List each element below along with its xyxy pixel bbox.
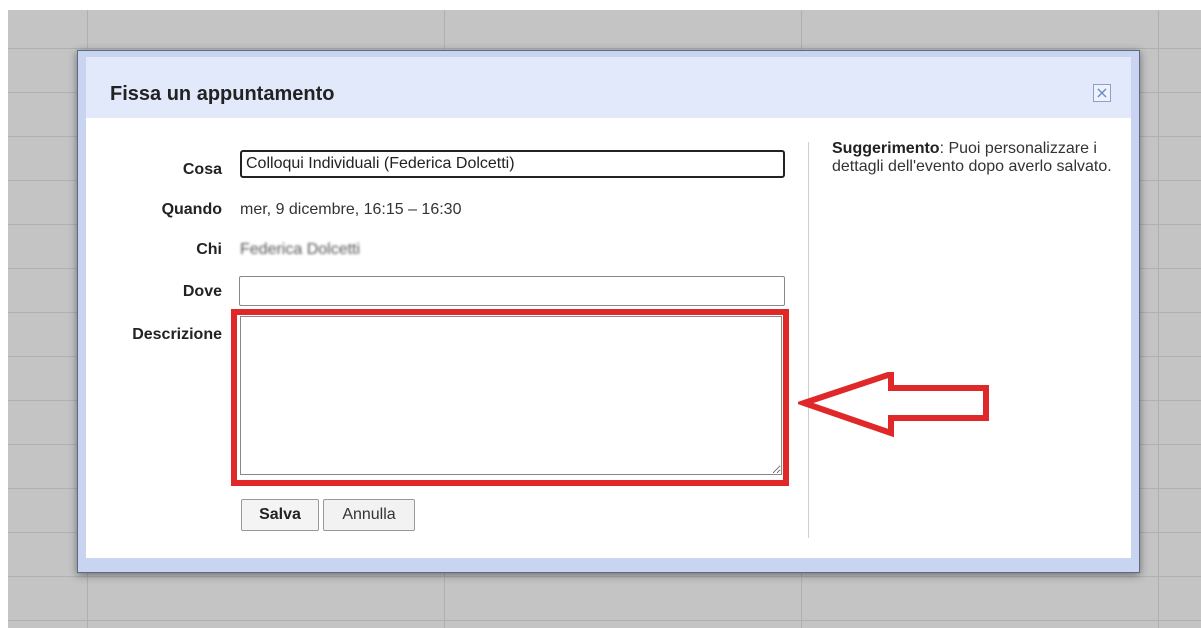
close-icon[interactable]: × xyxy=(1093,84,1111,102)
descrizione-textarea[interactable] xyxy=(240,316,782,475)
vertical-divider xyxy=(808,142,809,538)
cosa-label: Cosa xyxy=(182,161,222,178)
descrizione-label: Descrizione xyxy=(132,326,222,343)
save-button[interactable]: Salva xyxy=(241,499,319,531)
chi-label: Chi xyxy=(196,241,222,258)
tip-bold: Suggerimento xyxy=(832,140,940,157)
chi-value: Federica Dolcetti xyxy=(240,241,361,258)
tip-text: Suggerimento: Puoi personalizzare i dett… xyxy=(832,140,1122,176)
quando-value: mer, 9 dicembre, 16:15 – 16:30 xyxy=(240,201,462,218)
cancel-button[interactable]: Annulla xyxy=(323,499,415,531)
dialog-header: Fissa un appuntamento × xyxy=(86,57,1131,119)
dialog-title: Fissa un appuntamento xyxy=(110,83,335,105)
cosa-input[interactable] xyxy=(240,150,785,178)
dove-label: Dove xyxy=(182,283,222,300)
left-arrow-annotation xyxy=(798,372,989,438)
quando-label: Quando xyxy=(161,201,222,218)
dove-input[interactable] xyxy=(239,276,785,306)
